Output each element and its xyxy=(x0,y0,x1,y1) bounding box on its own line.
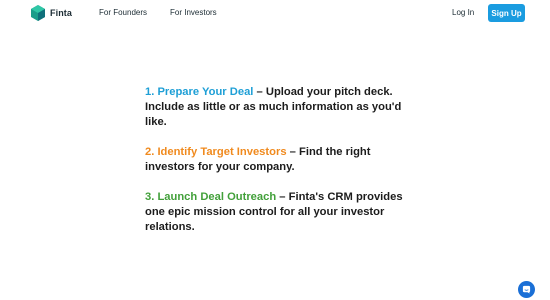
step-heading: 3. Launch Deal Outreach xyxy=(145,191,277,203)
step-identify-investors: 2. Identify Target Investors – Find the … xyxy=(145,145,415,175)
brand-logo[interactable]: Finta xyxy=(29,3,72,23)
step-heading: 2. Identify Target Investors xyxy=(145,146,287,158)
nav-link-for-founders[interactable]: For Founders xyxy=(99,8,147,17)
brand-name: Finta xyxy=(50,8,72,18)
step-separator: – xyxy=(286,146,299,158)
top-navigation: Finta For Founders For Investors Log In … xyxy=(0,0,550,28)
step-launch-outreach: 3. Launch Deal Outreach – Finta's CRM pr… xyxy=(145,190,415,235)
chat-bubble-icon xyxy=(522,285,531,294)
step-separator: – xyxy=(276,191,289,203)
step-heading: 1. Prepare Your Deal xyxy=(145,86,254,98)
login-link[interactable]: Log In xyxy=(452,8,474,17)
finta-logo-icon xyxy=(31,5,45,21)
step-prepare-deal: 1. Prepare Your Deal – Upload your pitch… xyxy=(145,85,415,130)
nav-link-for-investors[interactable]: For Investors xyxy=(170,8,217,17)
signup-button[interactable]: Sign Up xyxy=(488,4,525,22)
step-separator: – xyxy=(253,86,266,98)
page: Finta For Founders For Investors Log In … xyxy=(0,0,550,300)
steps-list: 1. Prepare Your Deal – Upload your pitch… xyxy=(145,85,415,235)
chat-launcher-button[interactable] xyxy=(518,281,535,298)
